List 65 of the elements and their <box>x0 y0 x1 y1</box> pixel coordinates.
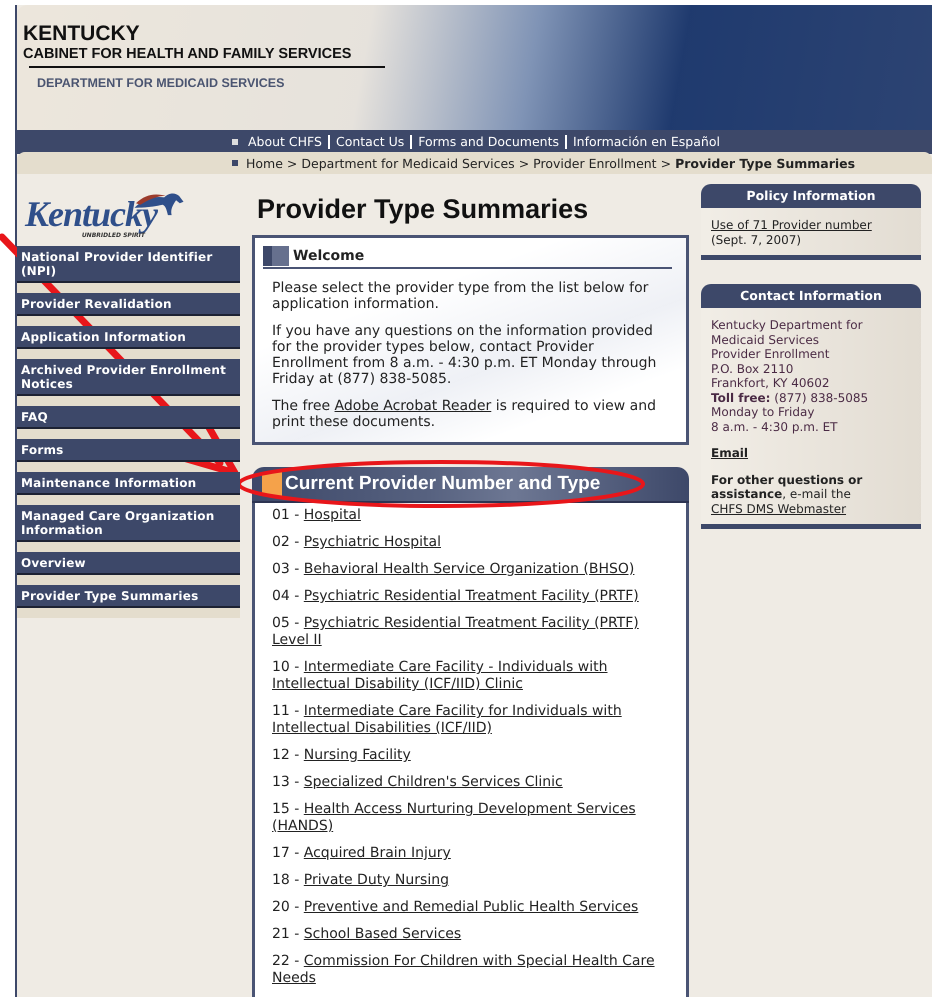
policy-link[interactable]: Use of 71 Provider number <box>711 218 872 232</box>
breadcrumb-link[interactable]: Provider Enrollment <box>533 156 657 170</box>
provider-type-link[interactable]: 05 - Psychiatric Residential Treatment Facility (PRTF) Level II <box>272 615 678 649</box>
provider-type-link[interactable]: 11 - Intermediate Care Facility for Individuals with Intellectual Disabilities (ICF/IID) <box>272 703 678 737</box>
sidebar-item[interactable]: Overview <box>17 552 240 575</box>
top-nav-link[interactable]: Contact Us <box>328 135 410 149</box>
breadcrumb-link[interactable]: Home <box>246 156 283 170</box>
sidebar-item[interactable]: Maintenance Information <box>17 472 240 495</box>
address-line: Provider Enrollment <box>711 347 830 362</box>
provider-type-link[interactable]: 04 - Psychiatric Residential Treatment Facility (PRTF) <box>272 588 678 605</box>
sidebar-item[interactable]: Provider Revalidation <box>17 293 240 316</box>
link[interactable]: Adobe Acrobat Reader <box>334 398 492 414</box>
bullet-icon <box>232 139 238 145</box>
paragraph: The free Adobe Acrobat Reader is required to view and print these documents. <box>272 398 658 430</box>
email-link[interactable]: Email <box>711 446 748 460</box>
breadcrumb-link[interactable]: Department for Medicaid Services <box>301 156 515 170</box>
top-nav-link[interactable]: Forms and Documents <box>410 135 565 149</box>
provider-type-link[interactable]: 15 - Health Access Nurturing Development Services (HANDS) <box>272 801 678 835</box>
address-line: Frankfort, KY 40602 <box>711 376 830 390</box>
top-nav-link[interactable]: About CHFS <box>242 135 328 149</box>
breadcrumb-separator: > <box>518 156 530 170</box>
paragraph: Please select the provider type from the list below for application information. <box>272 280 650 312</box>
provider-type-link[interactable]: 13 - Specialized Children's Services Clinic <box>272 774 678 791</box>
provider-type-link[interactable]: 01 - Hospital <box>272 507 678 524</box>
provider-type-link[interactable]: 21 - School Based Services <box>272 926 678 943</box>
webmaster-link[interactable]: CHFS DMS Webmaster <box>711 502 846 516</box>
page-title: Provider Type Summaries <box>257 194 590 225</box>
paragraph: If you have any questions on the information provided for the provider types below, contact Provider Enrollment from 8 a.m. - 4:30 p.m. ET Monday through Friday at (877) 838-5085. <box>272 323 658 387</box>
sidebar-item[interactable]: Provider Type Summaries <box>17 585 240 608</box>
provider-type-link[interactable]: 17 - Acquired Brain Injury <box>272 845 678 862</box>
provider-type-link[interactable]: 03 - Behavioral Health Service Organization (BHSO) <box>272 561 678 578</box>
contact-note: For other questions or assistance, e-mail the CHFS DMS Webmaster <box>711 472 864 516</box>
block-icon <box>263 246 289 266</box>
cabinet-title: CABINET FOR HEALTH AND FAMILY SERVICES <box>23 45 352 63</box>
state-title: KENTUCKY <box>23 23 141 45</box>
breadcrumb-current: Provider Type Summaries <box>675 156 856 170</box>
address-line: Toll free: (877) 838-5085 <box>711 390 870 405</box>
sidebar-item[interactable]: Application Information <box>17 326 240 349</box>
department-title: DEPARTMENT FOR MEDICAID SERVICES <box>37 76 286 90</box>
sidebar-item[interactable]: National Provider Identifier (NPI) <box>17 246 240 283</box>
provider-type-link[interactable]: 10 - Intermediate Care Facility - Individuals with Intellectual Disability (ICF/IID) Clinic <box>272 659 678 693</box>
provider-type-link[interactable]: 12 - Nursing Facility <box>272 747 678 764</box>
section-title: Current Provider Number and Type <box>285 473 600 495</box>
logo-wordmark: Kentucky <box>25 196 157 232</box>
sidebar-item[interactable]: Managed Care Organization Information <box>17 505 240 542</box>
bullet-icon <box>232 160 238 166</box>
provider-type-link[interactable]: 20 - Preventive and Remedial Public Health Services <box>272 899 678 916</box>
address-line: P.O. Box 2110 <box>711 362 794 376</box>
address-line: 8 a.m. - 4:30 p.m. ET <box>711 420 839 434</box>
policy-date: (Sept. 7, 2007) <box>711 232 802 247</box>
sidebar-item[interactable]: Forms <box>17 439 240 462</box>
sidebar-item[interactable]: FAQ <box>17 406 240 429</box>
address-line: Medicaid Services <box>711 332 820 347</box>
address-line: Monday to Friday <box>711 405 816 420</box>
provider-type-link[interactable]: 22 - Commission For Children with Special Health Care Needs <box>272 953 678 987</box>
box-heading: Contact Information <box>701 284 921 308</box>
provider-type-link[interactable]: 18 - Private Duty Nursing <box>272 872 678 889</box>
panel-heading: Welcome <box>293 248 364 264</box>
breadcrumb-separator: > <box>660 156 672 170</box>
address-line: Kentucky Department for <box>711 318 864 332</box>
sidebar-item[interactable]: Archived Provider Enrollment Notices <box>17 359 240 396</box>
box-heading: Policy Information <box>701 184 921 208</box>
provider-type-link[interactable]: 02 - Psychiatric Hospital <box>272 534 678 551</box>
breadcrumb-separator: > <box>286 156 298 170</box>
top-nav-link[interactable]: Información en Español <box>565 135 726 149</box>
